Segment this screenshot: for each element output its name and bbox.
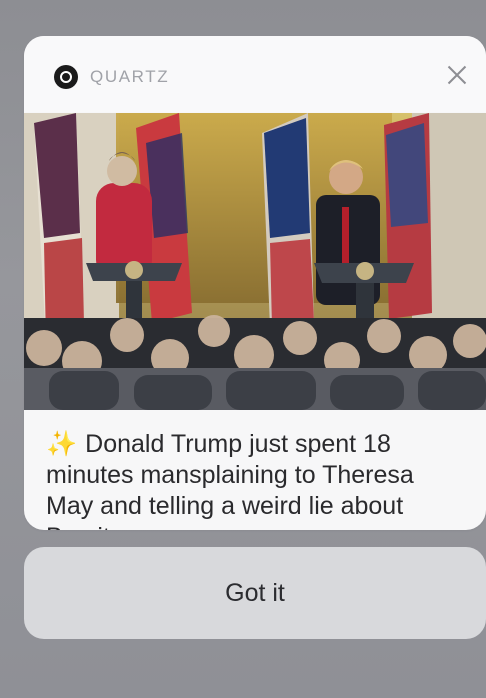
notification-header: QUARTZ	[24, 36, 486, 112]
news-photo	[24, 113, 486, 410]
notification-message: ✨ Donald Trump just spent 18 minutes mans…	[46, 429, 466, 530]
notification-card[interactable]: QUARTZ ✨ Donald Trump just spent 18 minu…	[24, 36, 486, 530]
quartz-logo-icon	[54, 65, 78, 89]
message-text: Donald Trump just spent 18 minutes mansp…	[46, 430, 414, 530]
close-icon[interactable]	[444, 62, 470, 88]
app-name: QUARTZ	[90, 67, 170, 86]
got-it-button[interactable]: Got it	[24, 547, 486, 639]
sparkles-icon: ✨	[46, 430, 78, 458]
got-it-label: Got it	[225, 578, 285, 607]
